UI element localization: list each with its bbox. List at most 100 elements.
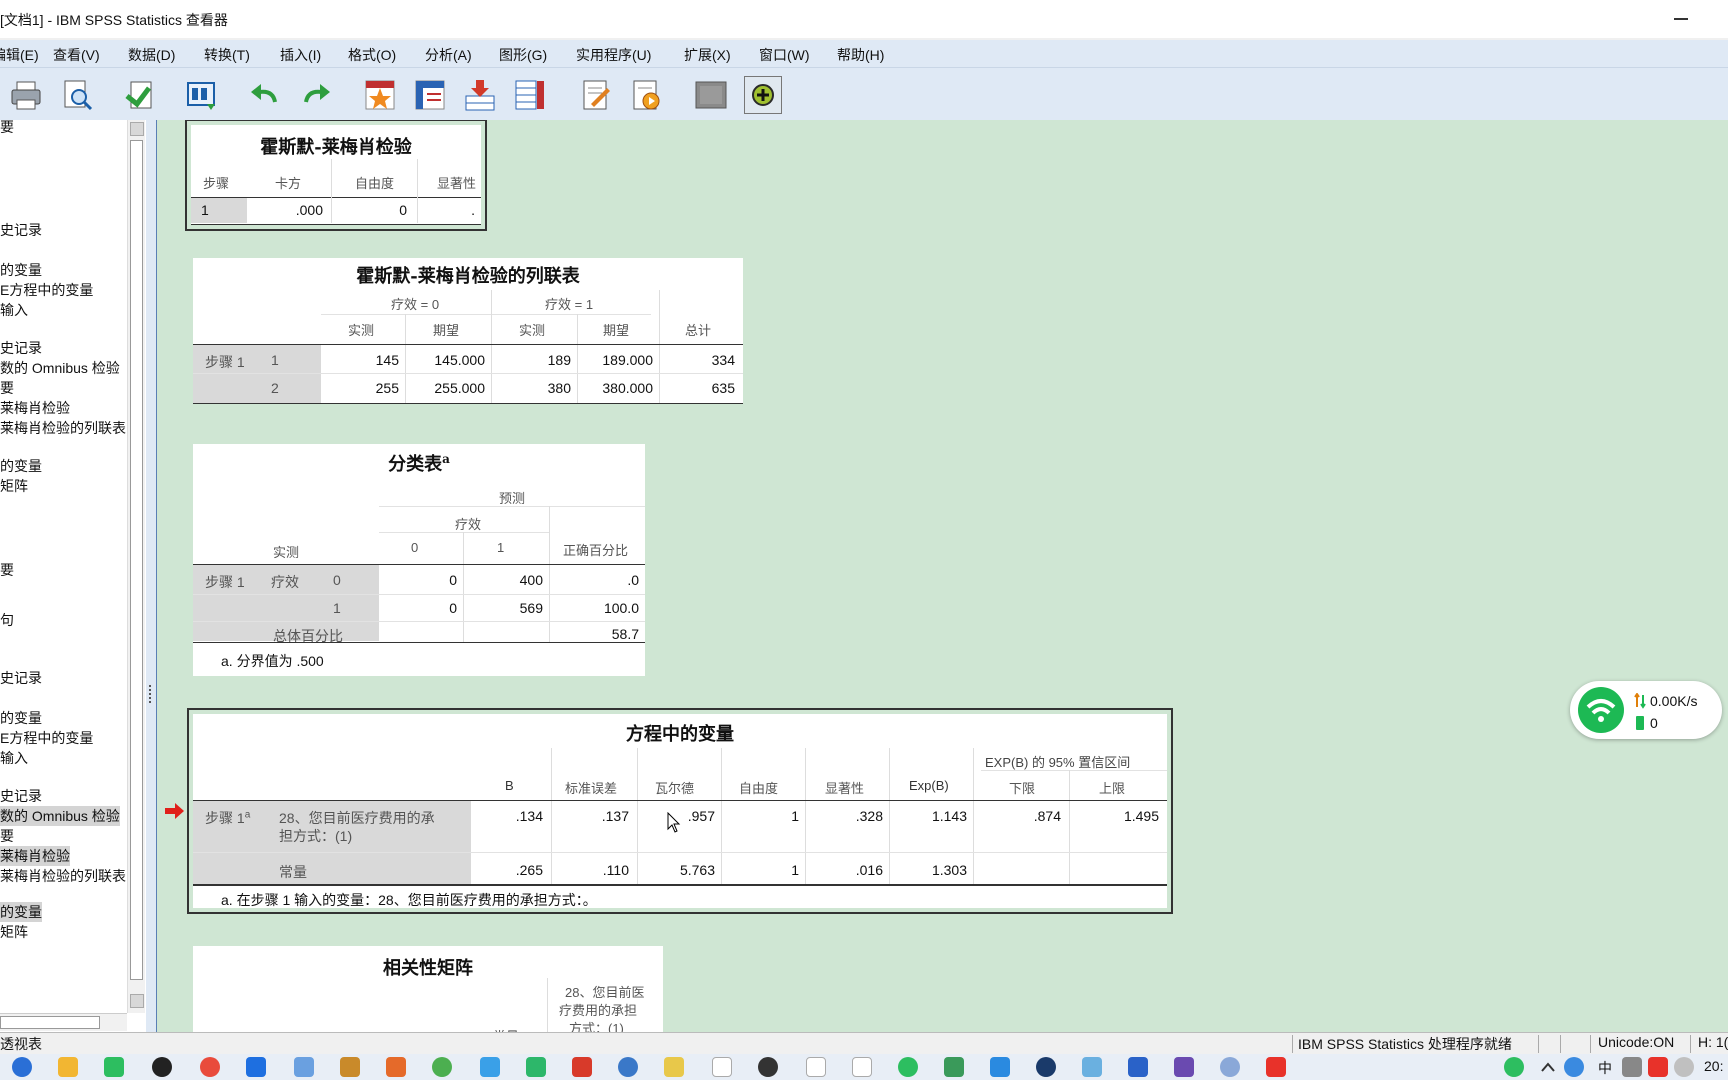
menu-view[interactable]: 查看(V): [53, 45, 100, 65]
classification-table[interactable]: 分类表a 预测 疗效 实测 0 1 正确百分比 步骤 1 疗效 0 1 总体百分…: [193, 444, 645, 676]
app-green-icon[interactable]: [526, 1057, 546, 1077]
outline-item[interactable]: 要: [0, 117, 14, 137]
document-icon[interactable]: [806, 1057, 826, 1077]
outline-horizontal-scrollbar[interactable]: [0, 1013, 127, 1031]
app-yellow-icon[interactable]: [664, 1057, 684, 1077]
scroll-up-icon[interactable]: [130, 122, 144, 136]
menu-format[interactable]: 格式(O): [348, 45, 396, 65]
menu-analyze[interactable]: 分析(A): [425, 45, 472, 65]
insert-cases-icon[interactable]: [461, 76, 499, 114]
menu-utilities[interactable]: 实用程序(U): [576, 45, 651, 65]
app-green-icon[interactable]: [898, 1057, 918, 1077]
recall-dialog-icon[interactable]: [183, 76, 221, 114]
outline-item[interactable]: 要: [0, 378, 14, 398]
menu-graphs[interactable]: 图形(G): [499, 45, 547, 65]
designate-window-icon[interactable]: [577, 76, 615, 114]
ime-indicator[interactable]: 中: [1598, 1058, 1612, 1078]
outline-item[interactable]: 史记录: [0, 338, 42, 358]
app-blue-icon[interactable]: [480, 1057, 500, 1077]
outline-item[interactable]: 史记录: [0, 668, 42, 688]
menu-transform[interactable]: 转换(T): [204, 45, 250, 65]
outline-item[interactable]: 史记录: [0, 220, 42, 240]
outline-item[interactable]: 要: [0, 826, 14, 846]
outline-item[interactable]: 莱梅肖检验: [0, 398, 70, 418]
app-m-icon[interactable]: [1174, 1057, 1194, 1077]
tray-app-icon[interactable]: [1564, 1057, 1584, 1077]
browser-icon[interactable]: [200, 1057, 220, 1077]
tray-circle-icon[interactable]: [1674, 1057, 1694, 1077]
redo-icon[interactable]: [298, 76, 336, 114]
outline-item[interactable]: 数的 Omnibus 检验: [0, 358, 120, 378]
outline-item[interactable]: E方程中的变量: [0, 728, 93, 748]
wps-icon[interactable]: [1266, 1057, 1286, 1077]
outline-item[interactable]: 莱梅肖检验的列联表: [0, 418, 126, 438]
outline-item[interactable]: 莱梅肖检验: [0, 846, 70, 866]
qq-icon[interactable]: [152, 1057, 172, 1077]
menu-edit[interactable]: 编辑(E): [0, 45, 39, 65]
app-icon[interactable]: [246, 1057, 266, 1077]
outline-item[interactable]: 矩阵: [0, 476, 28, 496]
print-preview-icon[interactable]: [58, 76, 96, 114]
minimize-button[interactable]: [1674, 18, 1688, 20]
outline-item[interactable]: 的变量: [0, 708, 42, 728]
insert-variable-icon[interactable]: [511, 76, 549, 114]
app-icon[interactable]: [1082, 1057, 1102, 1077]
outline-item[interactable]: E方程中的变量: [0, 280, 93, 300]
menu-insert[interactable]: 插入(I): [280, 45, 321, 65]
file-explorer-icon[interactable]: [58, 1057, 78, 1077]
menu-help[interactable]: 帮助(H): [837, 45, 884, 65]
outline-item[interactable]: 输入: [0, 300, 28, 320]
wifi-tray-icon[interactable]: [1504, 1057, 1524, 1077]
app-orange-icon[interactable]: [386, 1057, 406, 1077]
outline-item[interactable]: 矩阵: [0, 922, 28, 942]
cloud-icon[interactable]: [990, 1057, 1010, 1077]
goto-case-icon[interactable]: [361, 76, 399, 114]
goto-variable-icon[interactable]: [411, 76, 449, 114]
menu-data[interactable]: 数据(D): [128, 45, 175, 65]
r-icon[interactable]: [1220, 1057, 1240, 1077]
outline-item[interactable]: 史记录: [0, 786, 42, 806]
wechat-icon[interactable]: [104, 1057, 124, 1077]
document-icon[interactable]: [712, 1057, 732, 1077]
pane-splitter[interactable]: [146, 120, 156, 1032]
equation-table[interactable]: 方程中的变量 EXP(B) 的 95% 置信区间 B 标准误差 瓦尔德 自由度 …: [187, 708, 1173, 914]
outline-item[interactable]: 输入: [0, 748, 28, 768]
tray-s-icon[interactable]: [1648, 1057, 1668, 1077]
outline-item[interactable]: 的变量: [0, 456, 42, 476]
steam-icon[interactable]: [1036, 1057, 1056, 1077]
app-g-icon[interactable]: [340, 1057, 360, 1077]
start-icon[interactable]: [12, 1057, 32, 1077]
outline-vertical-scrollbar[interactable]: [127, 120, 145, 1013]
tray-chevron-icon[interactable]: [1538, 1057, 1558, 1077]
h-scroll-thumb[interactable]: [0, 1016, 100, 1029]
app-tree-icon[interactable]: [944, 1057, 964, 1077]
scroll-thumb[interactable]: [130, 140, 143, 980]
export-icon[interactable]: [121, 76, 159, 114]
document-icon[interactable]: [852, 1057, 872, 1077]
outline-item[interactable]: 要: [0, 560, 14, 580]
menu-extensions[interactable]: 扩展(X): [684, 45, 731, 65]
menu-window[interactable]: 窗口(W): [759, 45, 810, 65]
script-icon[interactable]: [627, 76, 665, 114]
outline-item[interactable]: 数的 Omnibus 检验: [0, 806, 120, 826]
app-icon[interactable]: [1128, 1057, 1148, 1077]
outline-item[interactable]: 句: [0, 610, 14, 630]
outline-item[interactable]: 的变量: [0, 260, 42, 280]
network-speed-widget[interactable]: 0.00K/s 0: [1570, 681, 1722, 739]
tray-grid-icon[interactable]: [1622, 1057, 1642, 1077]
hl-test-table[interactable]: 霍斯默-莱梅肖检验 步骤 卡方 自由度 显著性 1 .000 0 .: [185, 120, 487, 231]
add-icon[interactable]: [744, 76, 782, 114]
print-icon[interactable]: [7, 76, 45, 114]
outline-item[interactable]: 的变量: [0, 902, 42, 922]
scroll-down-icon[interactable]: [130, 994, 144, 1008]
promote-icon[interactable]: [692, 76, 730, 114]
undo-icon[interactable]: [245, 76, 283, 114]
network-app-icon[interactable]: [294, 1057, 314, 1077]
contingency-table[interactable]: 霍斯默-莱梅肖检验的列联表 疗效 = 0 疗效 = 1 实测 期望 实测 期望 …: [193, 258, 743, 404]
spss-taskbar-icon[interactable]: [618, 1057, 638, 1077]
outline-item[interactable]: 莱梅肖检验的列联表: [0, 866, 126, 886]
mail-icon[interactable]: [572, 1057, 592, 1077]
media-icon[interactable]: [758, 1057, 778, 1077]
correlation-table[interactable]: 相关性矩阵 28、您目前医 疗费用的承担 方式：(1) 常量: [193, 946, 663, 1032]
chrome-icon[interactable]: [432, 1057, 452, 1077]
